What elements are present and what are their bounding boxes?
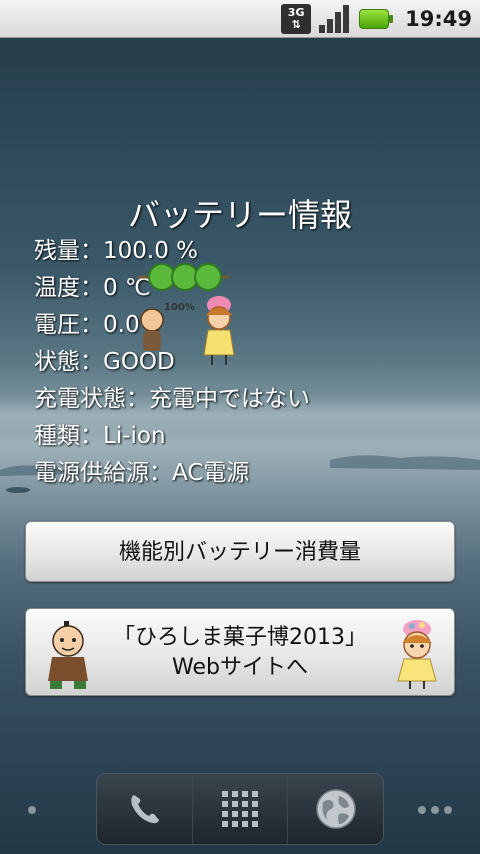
clock: 19:49 [405, 7, 472, 31]
sweets-girl-mascot-icon [397, 620, 437, 689]
phone-button[interactable] [97, 774, 193, 844]
app-grid-icon [222, 791, 258, 827]
home-page-indicator-left[interactable] [28, 806, 36, 814]
samurai-mascot-icon [48, 621, 88, 689]
launcher-dock [96, 773, 384, 845]
website-button-line1: 「ひろしま菓子博2013」 [113, 625, 367, 650]
usage-by-feature-button[interactable]: 機能別バッテリー消費量 [25, 521, 455, 582]
3g-network-icon: 3G ⇅ [281, 4, 312, 34]
phone-icon [131, 795, 160, 824]
kashihaku-website-button[interactable]: 「ひろしま菓子博2013」 Webサイトへ [25, 608, 455, 696]
battery-badge: 100% [164, 302, 195, 313]
charging-status: 充電状態：充電中ではない [34, 386, 310, 412]
signal-strength-icon [319, 4, 351, 34]
power-source: 電源供給源：AC電源 [34, 460, 250, 486]
data-activity-arrows: ⇅ [291, 18, 301, 31]
app-drawer-button[interactable] [193, 774, 289, 844]
status-bar: 3G ⇅ 19:49 [0, 0, 480, 38]
home-page-indicator-right[interactable] [418, 806, 452, 814]
battery-type: 種類：Li-ion [34, 423, 166, 449]
battery-mascot-illustration: 100% [138, 263, 235, 365]
widget-title: バッテリー情報 [127, 196, 352, 234]
battery-icon [359, 9, 394, 29]
browser-globe-icon [315, 789, 356, 829]
website-button-line2: Webサイトへ [172, 655, 308, 680]
browser-button[interactable] [288, 774, 383, 844]
